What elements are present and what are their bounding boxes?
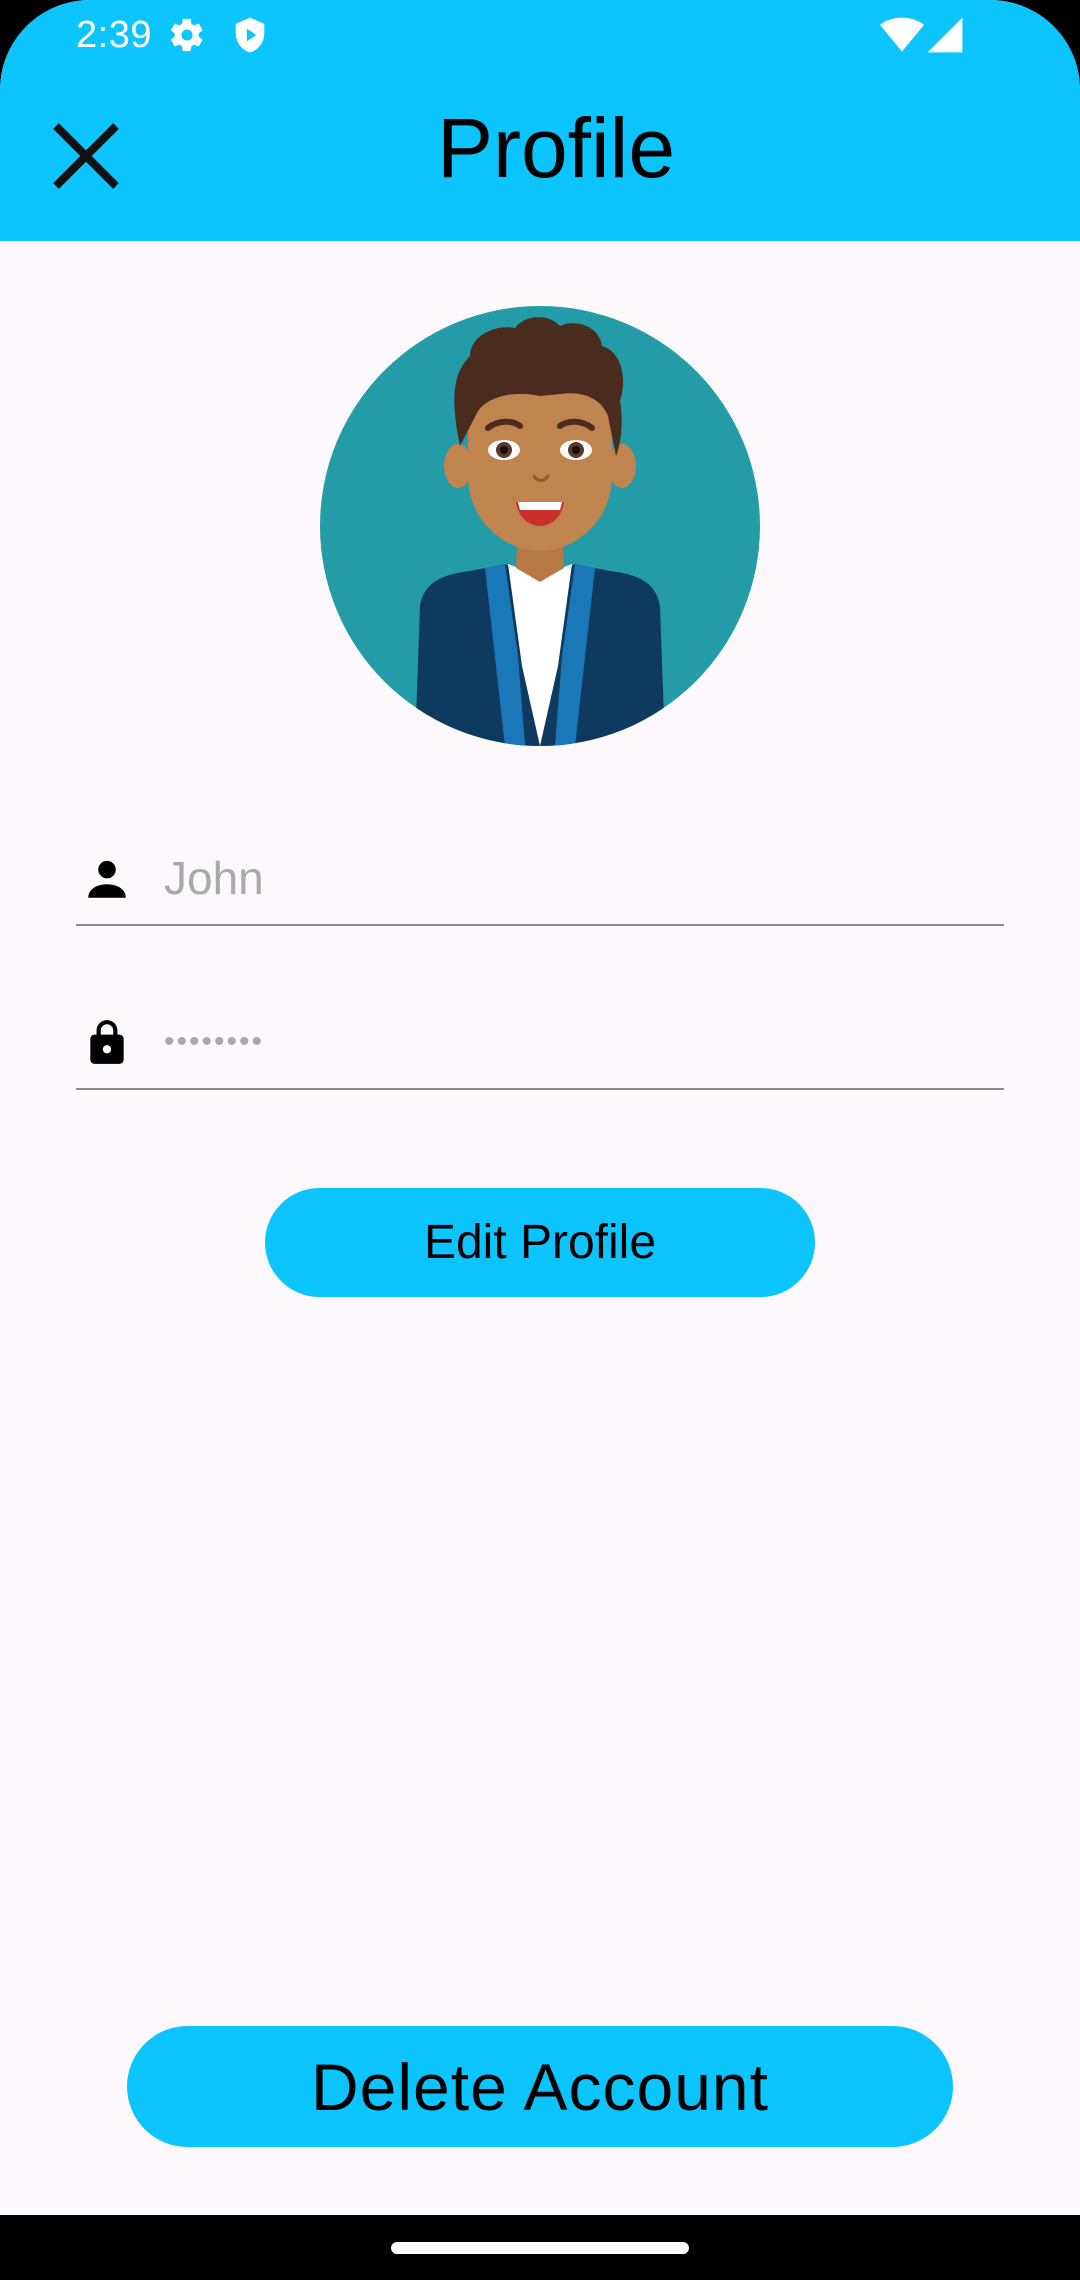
profile-screen: 2:39 Profile John •••••••• Edit Profile …	[0, 0, 1080, 2215]
username-input[interactable]	[164, 834, 984, 922]
wifi-icon	[880, 17, 924, 52]
delete-account-button[interactable]: Delete Account	[127, 2026, 953, 2147]
status-time: 2:39	[76, 14, 152, 56]
app-bar: 2:39 Profile	[0, 0, 1080, 241]
edit-profile-button[interactable]: Edit Profile	[265, 1188, 815, 1297]
person-icon	[88, 860, 126, 898]
user-avatar-illustration	[320, 306, 760, 746]
settings-icon	[170, 18, 203, 52]
avatar[interactable]	[320, 306, 760, 746]
username-field	[76, 834, 1004, 926]
home-indicator[interactable]	[391, 2242, 689, 2254]
shield-play-icon	[235, 17, 265, 53]
password-field	[76, 998, 1004, 1090]
cellular-signal-icon	[927, 17, 963, 53]
page-title: Profile	[436, 101, 676, 195]
password-input[interactable]	[164, 998, 984, 1086]
lock-icon	[90, 1020, 124, 1064]
